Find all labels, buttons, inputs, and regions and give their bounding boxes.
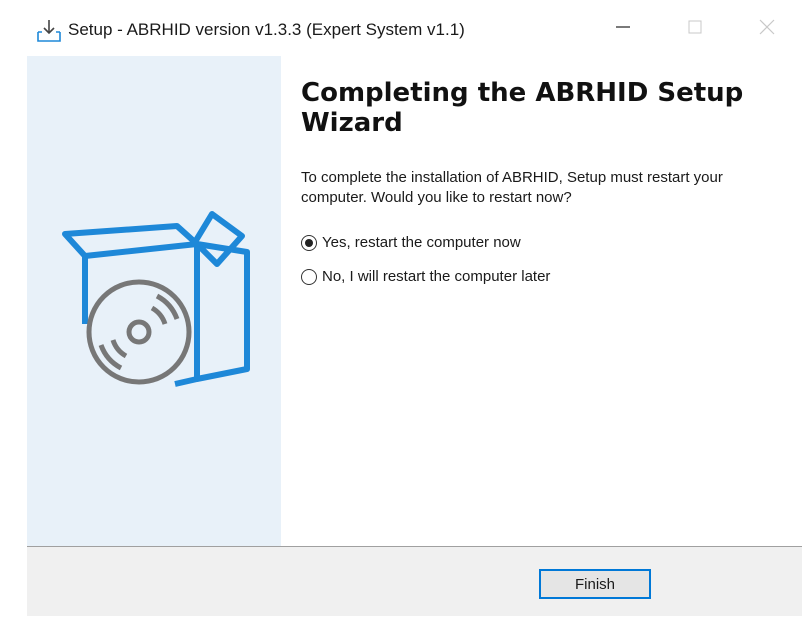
wizard-content: Completing the ABRHID Setup Wizard To co…: [301, 78, 781, 285]
page-title: Completing the ABRHID Setup Wizard: [301, 78, 744, 138]
instructions-text: To complete the installation of ABRHID, …: [301, 169, 723, 206]
radio-button-selected[interactable]: [301, 234, 317, 251]
setup-download-icon: [36, 18, 62, 44]
restart-now-label[interactable]: Yes, restart the computer now: [322, 234, 521, 251]
restart-now-option[interactable]: Yes, restart the computer now: [301, 234, 521, 251]
wizard-side-panel: [27, 56, 281, 546]
minimize-button[interactable]: [600, 10, 646, 48]
restart-later-label[interactable]: No, I will restart the computer later: [322, 268, 550, 285]
finish-button[interactable]: Finish: [539, 569, 651, 599]
restart-later-option[interactable]: No, I will restart the computer later: [301, 268, 550, 285]
close-button[interactable]: [744, 10, 790, 48]
title-bar: Setup - ABRHID version v1.3.3 (Expert Sy…: [0, 0, 812, 56]
window-title: Setup - ABRHID version v1.3.3 (Expert Sy…: [68, 20, 465, 39]
software-box-icon: [57, 204, 257, 404]
maximize-button[interactable]: [672, 10, 718, 48]
radio-button[interactable]: [301, 268, 317, 285]
close-icon: [759, 19, 775, 40]
wizard-client-area: Completing the ABRHID Setup Wizard To co…: [27, 56, 802, 616]
minimize-icon: [616, 20, 630, 39]
wizard-footer: Finish: [27, 547, 802, 616]
maximize-icon: [688, 20, 702, 39]
